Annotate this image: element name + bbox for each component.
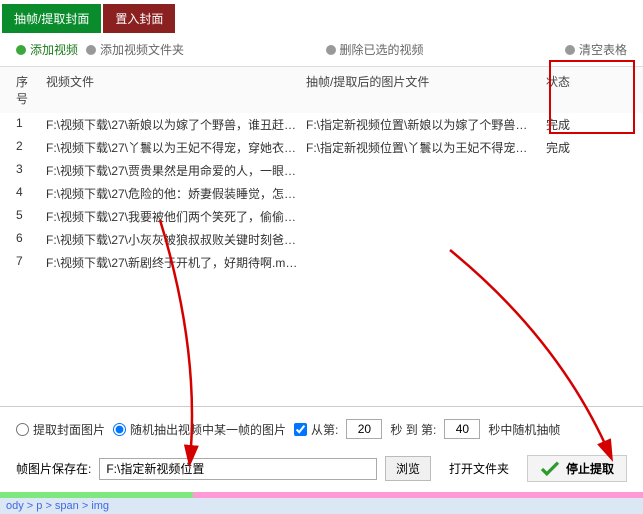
radio-random[interactable]: 随机抽出视频中某一帧的图片 [113, 421, 286, 438]
table-row[interactable]: 7F:\视频下载\27\新剧终于开机了，好期待啊.mp4 [12, 251, 631, 274]
table-row[interactable]: 3F:\视频下载\27\贾贵果然是用命爱的人，一眼就能认出是… [12, 159, 631, 182]
browse-button[interactable]: 浏览 [385, 456, 431, 481]
add-video-button[interactable]: 添加视频 [16, 41, 78, 58]
col-status: 状态 [542, 71, 592, 109]
check-from[interactable]: 从第: [294, 421, 338, 438]
checkmark-icon [540, 461, 560, 477]
table-row[interactable]: 1F:\视频下载\27\新娘以为嫁了个野兽，谁丑赶他出去，…F:\指定新视频位置… [12, 113, 631, 136]
from-input[interactable] [346, 419, 382, 439]
col-index: 序号 [12, 71, 42, 109]
plus-icon [86, 45, 96, 55]
col-output: 抽帧/提取后的图片文件 [302, 71, 542, 109]
open-folder-button[interactable]: 打开文件夹 [439, 457, 519, 480]
toolbar: 添加视频 添加视频文件夹 删除已选的视频 清空表格 [0, 33, 643, 67]
save-path-input[interactable] [99, 458, 377, 480]
table-row[interactable]: 2F:\视频下载\27\丫鬟以为王妃不得宠，穿她衣服想上位，…F:\指定新视频位… [12, 136, 631, 159]
save-label: 帧图片保存在: [16, 460, 91, 477]
stop-extract-button[interactable]: 停止提取 [527, 455, 627, 482]
video-table: 序号 视频文件 抽帧/提取后的图片文件 状态 1F:\视频下载\27\新娘以为嫁… [0, 67, 643, 407]
clear-table-button[interactable]: 清空表格 [565, 41, 627, 58]
delete-selected-button[interactable]: 删除已选的视频 [326, 41, 424, 58]
table-row[interactable]: 6F:\视频下载\27\小灰灰被狼叔叔败关键时刻爸爸妈妈来了… [12, 228, 631, 251]
col-source: 视频文件 [42, 71, 302, 109]
to-label: 秒 到 第: [390, 421, 436, 438]
add-folder-button[interactable]: 添加视频文件夹 [86, 41, 184, 58]
tab-extract[interactable]: 抽帧/提取封面 [2, 4, 101, 33]
save-row: 帧图片保存在: 浏览 打开文件夹 停止提取 [0, 451, 643, 492]
clear-icon [565, 45, 575, 55]
options-row: 提取封面图片 随机抽出视频中某一帧的图片 从第: 秒 到 第: 秒中随机抽帧 [0, 407, 643, 451]
minus-icon [326, 45, 336, 55]
table-row[interactable]: 5F:\视频下载\27\我要被他们两个笑死了，偷偷地说，狼狠… [12, 205, 631, 228]
breadcrumb: ody > p > span > img [0, 498, 643, 514]
to-input[interactable] [444, 419, 480, 439]
tab-insert[interactable]: 置入封面 [103, 4, 175, 33]
radio-cover[interactable]: 提取封面图片 [16, 421, 105, 438]
plus-icon [16, 45, 26, 55]
suffix-label: 秒中随机抽帧 [488, 421, 560, 438]
table-row[interactable]: 4F:\视频下载\27\危险的他：娇妻假装睡觉，怎料总裁太小… [12, 182, 631, 205]
